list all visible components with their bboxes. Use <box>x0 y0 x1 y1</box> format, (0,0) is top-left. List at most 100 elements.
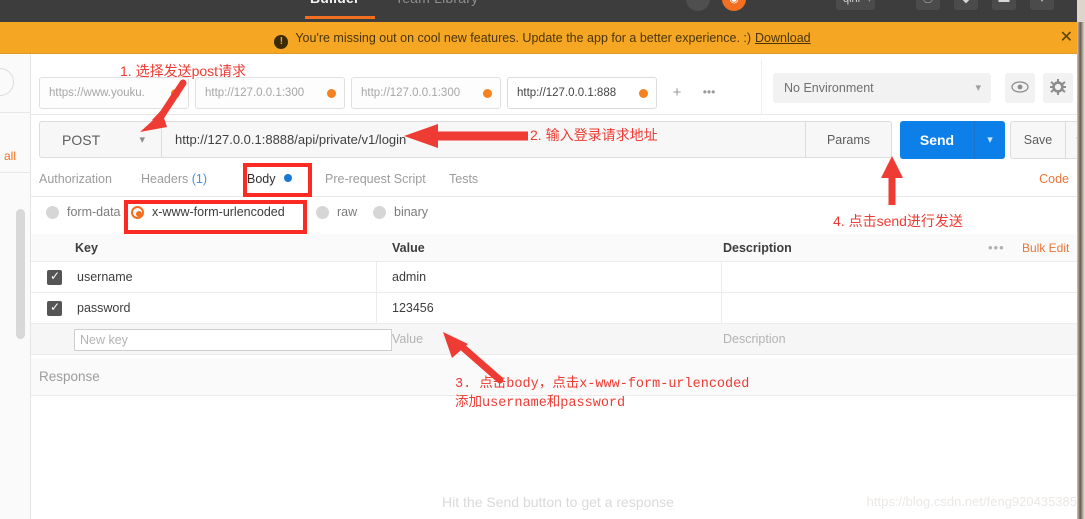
tab-authorization[interactable]: Authorization <box>39 164 112 196</box>
request-section-tabs: Authorization Headers (1) Body Pre-reque… <box>31 164 1085 197</box>
tab-builder[interactable]: Builder <box>310 0 360 6</box>
url-input[interactable]: http://127.0.0.1:8888/api/private/v1/log… <box>161 121 806 158</box>
tab-body-label: Body <box>247 172 276 186</box>
blue-dot-icon <box>283 174 292 182</box>
close-icon[interactable]: ✕ <box>1060 22 1073 54</box>
request-tab-label: http://127.0.0.1:300 <box>205 87 305 99</box>
request-tab-label: http://127.0.0.1:888 <box>517 87 617 99</box>
request-tab-label: https://www.youku. <box>49 87 145 99</box>
radio-x-www-form-urlencoded-label: x-www-form-urlencoded <box>152 205 285 219</box>
tab-builder-underline <box>305 16 375 19</box>
environment-selected-label: No Environment <box>784 81 874 95</box>
sidebar-avatar-icon <box>0 68 14 96</box>
row-description[interactable] <box>723 293 1085 323</box>
save-button[interactable]: Save <box>1010 121 1066 159</box>
row-checkbox[interactable] <box>47 300 62 316</box>
globe-icon[interactable]: ⦿ <box>916 0 940 10</box>
watermark: https://blog.csdn.net/feng920435385 <box>866 494 1077 509</box>
unsaved-dot-icon <box>171 89 180 98</box>
tab-body[interactable]: Body <box>247 164 292 196</box>
request-tab[interactable]: http://127.0.0.1:300 <box>195 77 345 109</box>
table-row[interactable]: username admin <box>31 262 1085 293</box>
radio-marker <box>373 206 386 219</box>
chevron-down-icon: ▾ <box>867 0 871 11</box>
row-value[interactable]: 123456 <box>392 293 722 323</box>
url-row: POST ▾ http://127.0.0.1:8888/api/private… <box>39 116 1085 162</box>
update-banner-message: You're missing out on cool new features.… <box>295 31 752 45</box>
request-tab[interactable]: https://www.youku. <box>39 77 189 109</box>
request-tab-label: http://127.0.0.1:300 <box>361 87 461 99</box>
window-right-edge <box>1077 0 1085 519</box>
tab-headers-count: (1) <box>191 172 208 186</box>
sidebar-scrollbar[interactable] <box>16 209 25 339</box>
radio-raw-label: raw <box>337 205 358 219</box>
radio-raw[interactable]: raw <box>316 202 357 222</box>
divider <box>0 172 31 173</box>
environment-area: No Environment ▾ <box>761 60 1085 115</box>
new-description-input[interactable]: Description <box>723 324 1085 354</box>
request-tab[interactable]: http://127.0.0.1:300 <box>351 77 501 109</box>
comment-icon[interactable]: ▬ <box>992 0 1016 10</box>
params-table-header: Key Value Description ••• Bulk Edit <box>31 234 1085 262</box>
table-row[interactable]: password 123456 <box>31 293 1085 324</box>
tab-headers[interactable]: Headers (1) <box>141 164 207 196</box>
request-tab-active[interactable]: http://127.0.0.1:888 <box>507 77 657 109</box>
body-type-radio-group: form-data x-www-form-urlencoded raw bina… <box>31 198 1085 230</box>
sidebar-clear-all-link[interactable]: all <box>4 149 16 163</box>
environment-select[interactable]: No Environment ▾ <box>773 73 991 103</box>
row-value[interactable]: admin <box>392 262 722 292</box>
main-panel: https://www.youku. http://127.0.0.1:300 … <box>31 54 1085 519</box>
radio-marker-selected <box>131 206 144 219</box>
http-method-select[interactable]: POST ▾ <box>39 121 161 158</box>
divider <box>0 112 31 113</box>
alert-icon: ! <box>274 35 289 49</box>
insync-label: IN SYNC <box>752 0 801 3</box>
response-label: Response <box>39 369 100 384</box>
send-dropdown-button[interactable]: ▾ <box>974 121 1005 159</box>
radio-binary-label: binary <box>394 205 429 219</box>
add-request-tab-button[interactable]: + <box>663 77 691 109</box>
sidebar: all <box>0 54 31 519</box>
window-right-edge-top <box>1077 0 1085 22</box>
radio-x-www-form-urlencoded[interactable]: x-www-form-urlencoded <box>131 202 285 222</box>
radio-marker <box>46 206 59 219</box>
user-menu[interactable]: qinr ▾ <box>836 0 876 11</box>
user-label: qinr <box>843 0 861 5</box>
tab-pre-request-script[interactable]: Pre-request Script <box>325 164 426 196</box>
column-header-key: Key <box>75 241 98 255</box>
params-more-button[interactable]: ••• <box>988 234 1005 262</box>
table-new-row[interactable]: New key Value Description <box>31 324 1085 355</box>
radio-binary[interactable]: binary <box>373 202 428 222</box>
request-tab-more-button[interactable]: ••• <box>695 77 723 109</box>
download-link[interactable]: Download <box>755 31 811 45</box>
tab-tests[interactable]: Tests <box>449 164 478 196</box>
radio-form-data-label: form-data <box>67 205 121 219</box>
send-button[interactable]: Send <box>900 121 974 159</box>
new-value-input[interactable]: Value <box>392 324 722 354</box>
radio-form-data[interactable]: form-data <box>46 202 121 222</box>
row-key[interactable]: password <box>77 293 377 323</box>
code-link[interactable]: Code <box>1039 164 1069 196</box>
chevron-down-icon[interactable]: ▾ <box>1030 0 1054 10</box>
row-description[interactable] <box>723 262 1085 292</box>
update-banner-content: ! You're missing out on cool new features… <box>0 22 1085 54</box>
chevron-down-icon: ▾ <box>975 82 981 94</box>
chevron-down-icon: ▾ <box>139 134 145 146</box>
row-key[interactable]: username <box>77 262 377 292</box>
new-key-input[interactable]: New key <box>74 329 392 351</box>
unsaved-dot-icon <box>483 89 492 98</box>
request-tabstrip: https://www.youku. http://127.0.0.1:300 … <box>31 60 761 115</box>
app-header: + Builder Team Library ↷ ◉ IN SYNC qinr▾… <box>0 0 1085 22</box>
response-bar: Response <box>31 358 1085 396</box>
gear-icon[interactable] <box>1043 73 1073 103</box>
row-checkbox[interactable] <box>47 269 62 285</box>
tab-headers-label: Headers <box>141 172 189 186</box>
bell-icon[interactable]: ◆ <box>954 0 978 10</box>
params-button[interactable]: Params <box>806 121 892 158</box>
params-table: Key Value Description ••• Bulk Edit user… <box>31 234 1085 355</box>
bulk-edit-link[interactable]: Bulk Edit <box>1022 234 1069 262</box>
unsaved-dot-icon <box>327 89 336 98</box>
tab-team-library[interactable]: Team Library <box>395 0 478 6</box>
unsaved-dot-icon <box>639 89 648 98</box>
eye-icon[interactable] <box>1005 73 1035 103</box>
